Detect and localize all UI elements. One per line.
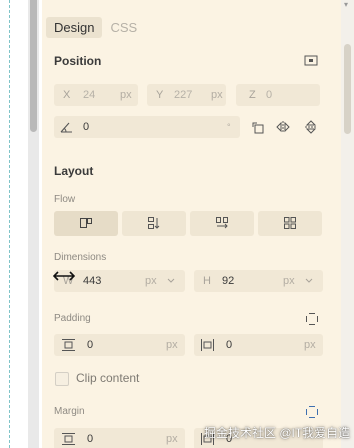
scroll-up-icon[interactable]: ▾ [344, 0, 348, 9]
x-label: X [63, 89, 71, 101]
margin-per-side-icon[interactable] [306, 406, 318, 418]
y-unit: px [211, 89, 223, 101]
flow-free-button[interactable] [54, 211, 118, 236]
rotation-unit: ° [227, 122, 231, 132]
clip-content-checkbox[interactable] [55, 372, 69, 386]
flow-grid-button[interactable] [258, 211, 322, 236]
flow-horizontal-button[interactable] [190, 211, 254, 236]
flip-horizontal-icon[interactable] [276, 121, 290, 133]
position-toggle-icon[interactable] [304, 55, 318, 66]
height-field[interactable]: H 92 px [194, 270, 323, 292]
panel-scrollbar[interactable]: ▾ [341, 0, 354, 448]
margin-vertical-field[interactable]: 0 px [54, 428, 185, 448]
z-label: Z [249, 89, 256, 101]
resize-cursor-icon [53, 271, 75, 281]
horizontal-flow-icon [216, 217, 228, 229]
x-value: 24 [83, 89, 96, 101]
y-field[interactable]: Y 227 px [147, 84, 226, 106]
canvas-scrollbar-thumb[interactable] [30, 0, 37, 132]
margin-vertical-unit: px [166, 433, 178, 445]
rotation-field[interactable]: 0 ° [54, 116, 240, 138]
y-value: 227 [174, 89, 193, 101]
z-value: 0 [266, 89, 273, 101]
rotate-icon[interactable] [252, 121, 264, 134]
padding-horizontal-icon [201, 339, 214, 351]
padding-horizontal-unit: px [304, 339, 316, 351]
padding-horizontal-value: 0 [226, 339, 233, 351]
flip-vertical-icon[interactable] [305, 120, 317, 134]
height-value: 92 [222, 275, 235, 287]
height-unit: px [283, 275, 295, 287]
properties-panel: Design CSS Position X 24 px Y 227 px Z 0… [42, 0, 341, 448]
x-unit: px [120, 89, 132, 101]
position-section-title: Position [54, 54, 102, 68]
padding-label: Padding [54, 313, 91, 324]
width-unit: px [145, 275, 157, 287]
padding-vertical-field[interactable]: 0 px [54, 334, 185, 356]
x-field[interactable]: X 24 px [54, 84, 138, 106]
tab-design[interactable]: Design [46, 17, 103, 38]
z-field[interactable]: Z 0 [236, 84, 320, 106]
height-label: H [203, 275, 211, 287]
padding-per-side-icon[interactable] [306, 313, 318, 325]
flow-label: Flow [54, 194, 76, 205]
grid-icon [284, 217, 296, 229]
flow-vertical-button[interactable] [122, 211, 186, 236]
rotation-angle-icon [60, 122, 72, 133]
margin-vertical-value: 0 [87, 433, 94, 445]
padding-horizontal-field[interactable]: 0 px [194, 334, 323, 356]
margin-label: Margin [54, 406, 85, 417]
tab-css[interactable]: CSS [102, 17, 145, 38]
panel-scrollbar-thumb[interactable] [344, 44, 351, 134]
watermark: 掘金技术社区 @IT我爱自造 [204, 426, 351, 440]
padding-vertical-icon [62, 339, 75, 351]
rotation-value: 0 [83, 121, 90, 133]
margin-vertical-icon [62, 433, 75, 445]
padding-vertical-value: 0 [87, 339, 94, 351]
vertical-flow-icon [148, 217, 160, 229]
dimensions-label: Dimensions [54, 252, 107, 263]
width-value: 443 [83, 275, 102, 287]
height-dropdown-chevron-down-icon[interactable] [305, 278, 313, 284]
panel-tabs: Design CSS [46, 17, 145, 38]
padding-vertical-unit: px [166, 339, 178, 351]
clip-content-label: Clip content [76, 371, 140, 385]
layout-section-title: Layout [54, 164, 94, 178]
y-label: Y [156, 89, 164, 101]
width-dropdown-chevron-down-icon[interactable] [167, 278, 175, 284]
canvas-guide-line [9, 0, 10, 448]
free-layout-icon [80, 218, 92, 228]
